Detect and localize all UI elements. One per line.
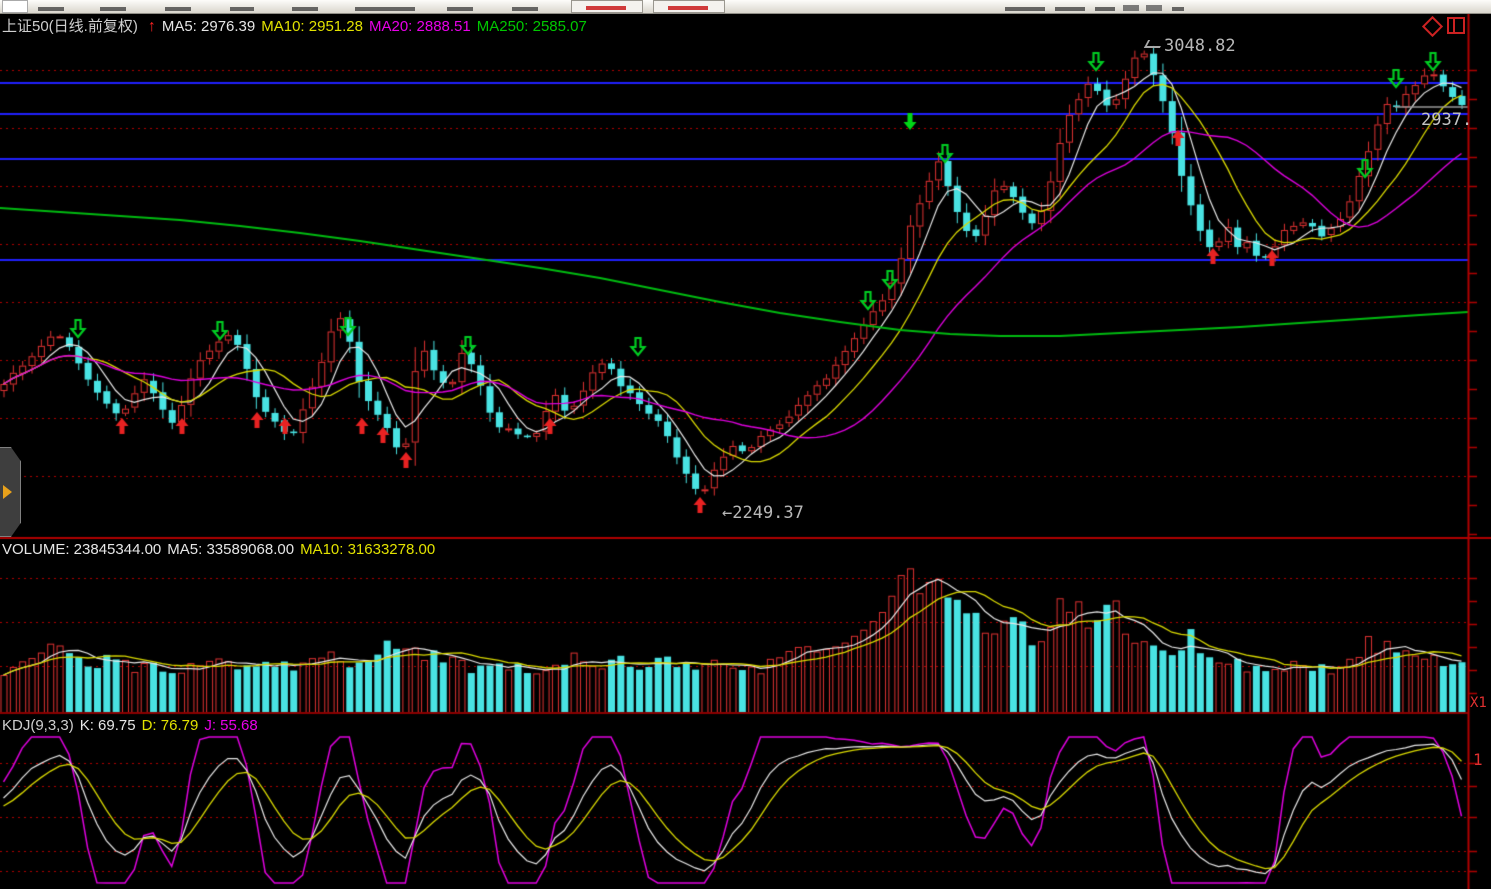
top-toolbar-clipped[interactable]: [0, 0, 1491, 14]
quote-button-clipped[interactable]: [653, 0, 725, 13]
volume-value: VOLUME: 23845344.00: [2, 541, 161, 558]
menu-fragment: [165, 7, 191, 11]
ma10-value: MA10: 2951.28: [261, 18, 363, 35]
price-pane-header: 上证50(日线.前复权) ↑ MA5: 2976.39 MA10: 2951.28 MA…: [2, 15, 593, 36]
menu-fragment: [1005, 7, 1045, 11]
trading-app-window: { "price_pane": { "title": "上证50(日线.前复权)…: [0, 0, 1491, 889]
ma250-value: MA250: 2585.07: [477, 18, 587, 35]
trend-up-arrow-icon: ↑: [148, 18, 156, 35]
volume-pane[interactable]: [0, 538, 1468, 714]
menu-fragment: [292, 7, 318, 11]
left-panel-expand-handle[interactable]: [0, 447, 21, 537]
volume-ma5-value: MA5: 33589068.00: [167, 541, 294, 558]
menu-fragment: [1055, 7, 1085, 11]
toolbar-icon-fragment[interactable]: [1123, 5, 1139, 11]
menu-fragment: [230, 7, 254, 11]
symbol-title: 上证50(日线.前复权): [2, 18, 138, 35]
menu-fragment: [1095, 7, 1115, 11]
peak-price-label: 3048.82: [1164, 36, 1236, 56]
menu-fragment: [447, 7, 473, 11]
kdj-pane-header: KDJ(9,3,3) K: 69.75 D: 76.79 J: 55.68: [2, 717, 264, 734]
kdj-d-value: D: 76.79: [142, 717, 199, 734]
annotation-leader-icon: [1144, 40, 1164, 48]
kdj-k-value: K: 69.75: [80, 717, 136, 734]
volume-pane-header: VOLUME: 23845344.00 MA5: 33589068.00 MA10:…: [2, 541, 441, 558]
ma20-value: MA20: 2888.51: [369, 18, 471, 35]
menu-fragment: [355, 7, 415, 11]
volume-axis-unit-label: X1: [1470, 695, 1487, 711]
menu-fragment: [512, 7, 538, 11]
toolbar-icon-fragment[interactable]: [1146, 5, 1162, 11]
menu-fragment: [100, 7, 126, 11]
volume-ma10-value: MA10: 31633278.00: [300, 541, 435, 558]
peak-price-annotation: 3048.82: [1146, 36, 1236, 56]
price-pane[interactable]: [0, 13, 1468, 538]
trough-price-annotation: ←2249.37: [722, 503, 804, 523]
trough-price-label: ←2249.37: [722, 503, 804, 523]
quote-button-clipped[interactable]: [571, 0, 643, 13]
menu-fragment: [1172, 7, 1184, 11]
kdj-indicator-name: KDJ(9,3,3): [2, 717, 74, 734]
split-window-icon[interactable]: [1447, 17, 1465, 34]
window-menu-fragment: [2, 0, 28, 13]
expand-arrow-icon: [3, 485, 12, 499]
current-price-label: 2937.: [1421, 110, 1472, 130]
kdj-pane[interactable]: [0, 714, 1468, 889]
ma5-value: MA5: 2976.39: [162, 18, 255, 35]
kdj-axis-label-clipped: 1: [1473, 750, 1483, 769]
menu-fragment: [38, 7, 64, 11]
kdj-j-value: J: 55.68: [204, 717, 257, 734]
